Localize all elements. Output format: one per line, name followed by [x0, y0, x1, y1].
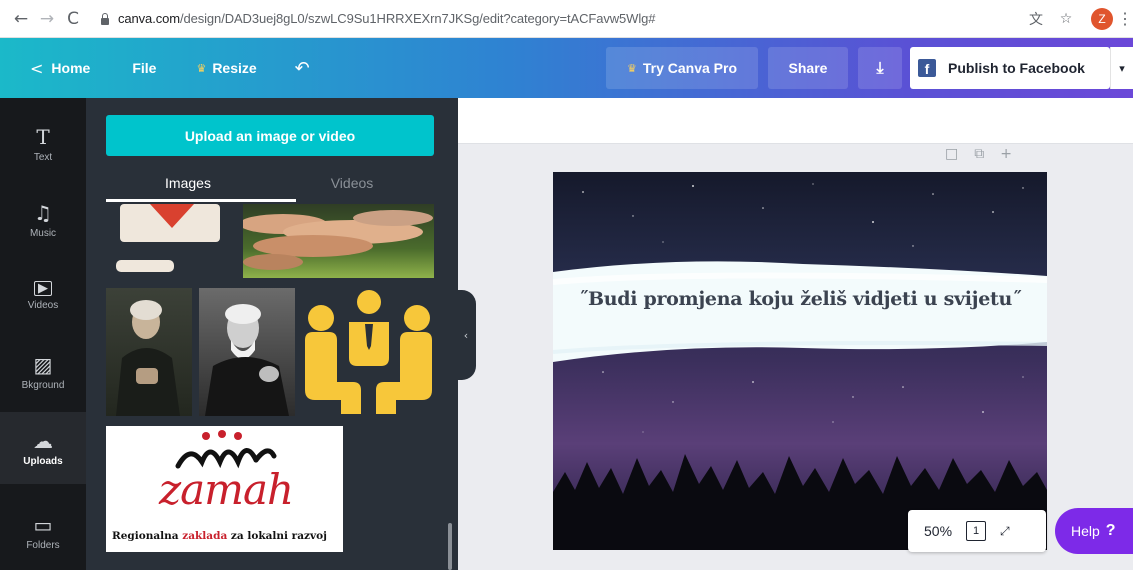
- lock-icon: [100, 12, 110, 25]
- help-label: Help: [1071, 523, 1100, 539]
- rail-label: Bkground: [21, 379, 65, 391]
- chevron-left-icon: <: [30, 58, 44, 78]
- address-bar[interactable]: canva.com/design/DAD3uej8gL0/szwLC9Su1HR…: [118, 11, 656, 26]
- share-button[interactable]: Share: [768, 47, 848, 89]
- zoom-level[interactable]: 50%: [924, 523, 952, 539]
- download-icon[interactable]: ⤓: [858, 47, 902, 89]
- zamah-tagline: Regionalna zaklada za lokalni razvoj: [112, 530, 342, 542]
- file-menu-button[interactable]: File: [132, 38, 156, 98]
- crown-icon: ♛: [196, 61, 207, 75]
- collapse-panel-handle[interactable]: ‹: [456, 290, 476, 380]
- tab-images[interactable]: Images: [106, 164, 270, 202]
- zamah-wordmark: zamah: [158, 465, 294, 514]
- page-count-badge[interactable]: 1: [966, 521, 987, 541]
- home-button[interactable]: < Home: [30, 38, 90, 98]
- rail-item-text[interactable]: T Text: [0, 108, 86, 180]
- side-nav: T Text ♫ Music ▶ Videos ▨ Bkground ☁ Upl…: [0, 98, 86, 570]
- duplicate-page-icon[interactable]: ⧉: [974, 146, 984, 166]
- rail-label: Uploads: [23, 455, 63, 467]
- rail-label: Music: [29, 227, 57, 239]
- reload-icon[interactable]: C: [60, 6, 86, 32]
- uploaded-image-zamah-logo[interactable]: zamah Regionalna zaklada za lokalni razv…: [106, 426, 343, 552]
- uploads-panel: Upload an image or video Images Videos z…: [86, 98, 458, 570]
- publish-label: Publish to Facebook: [948, 60, 1085, 76]
- quote-text[interactable]: ˝Budi promjena koju želiš vidjeti u svij…: [553, 288, 1047, 310]
- zamah-tagline-1: Regionalna: [112, 530, 179, 542]
- facebook-icon: f: [918, 59, 936, 77]
- resize-label: Resize: [212, 60, 257, 76]
- active-tab-indicator: [106, 199, 296, 202]
- url-host: canva.com: [118, 11, 180, 26]
- chevron-down-icon[interactable]: ▾: [1110, 47, 1133, 89]
- tab-videos[interactable]: Videos: [270, 164, 434, 202]
- design-page[interactable]: ˝Budi promjena koju želiš vidjeti u svij…: [553, 172, 1047, 550]
- profile-avatar[interactable]: Z: [1091, 8, 1113, 30]
- uploaded-image-hands[interactable]: [243, 204, 434, 278]
- help-button[interactable]: Help ?: [1055, 508, 1133, 554]
- video-icon: ▶: [34, 281, 52, 296]
- editor-header: < Home File ♛ Resize ↶ ♛ Try Canva Pro S…: [0, 38, 1133, 98]
- rail-item-videos[interactable]: ▶ Videos: [0, 260, 86, 332]
- uploaded-image-portrait-woman[interactable]: [106, 288, 192, 416]
- rail-item-background[interactable]: ▨ Bkground: [0, 336, 86, 408]
- folder-icon: ▭: [33, 512, 53, 537]
- rail-item-folders[interactable]: ▭ Folders: [0, 496, 86, 568]
- background-icon: ▨: [33, 352, 53, 377]
- rail-item-music[interactable]: ♫ Music: [0, 184, 86, 256]
- upload-media-button[interactable]: Upload an image or video: [106, 115, 434, 156]
- browser-toolbar: ← → C canva.com/design/DAD3uej8gL0/szwLC…: [0, 0, 1133, 38]
- url-path: /design/DAD3uej8gL0/szwLC9Su1HRRXEXrn7JK…: [179, 11, 656, 26]
- forward-arrow-icon[interactable]: →: [34, 6, 60, 32]
- rail-label: Folders: [26, 539, 60, 551]
- browser-actions: 文 ☆ Z ⋮: [1021, 0, 1133, 38]
- browser-menu-icon[interactable]: ⋮: [1117, 4, 1133, 34]
- page-tools: □ ⧉ +: [945, 146, 1012, 166]
- back-arrow-icon[interactable]: ←: [8, 6, 34, 32]
- bookmark-star-icon[interactable]: ☆: [1051, 4, 1081, 34]
- resize-button[interactable]: ♛ Resize: [196, 38, 256, 98]
- editor-toolbar: [458, 98, 1133, 144]
- zamah-tagline-3: za lokalni razvoj: [230, 530, 327, 542]
- uploaded-image-envelope[interactable]: [106, 204, 236, 280]
- uploaded-image-meeting-icon[interactable]: [301, 288, 436, 416]
- home-label: Home: [51, 60, 91, 76]
- rail-label: Videos: [27, 300, 59, 311]
- add-page-icon[interactable]: +: [1000, 146, 1012, 166]
- publish-to-facebook-button[interactable]: f Publish to Facebook: [910, 47, 1110, 89]
- text-icon: T: [36, 124, 50, 149]
- rail-item-uploads[interactable]: ☁ Uploads: [0, 412, 86, 484]
- undo-icon[interactable]: ↶: [295, 38, 310, 98]
- cloud-upload-icon: ☁: [33, 428, 53, 453]
- fullscreen-icon[interactable]: ⤢: [1000, 524, 1010, 539]
- crown-icon: ♛: [626, 61, 637, 75]
- music-icon: ♫: [34, 200, 52, 225]
- try-canva-pro-button[interactable]: ♛ Try Canva Pro: [606, 47, 758, 89]
- media-tabs: Images Videos: [106, 164, 434, 202]
- uploaded-image-portrait-man[interactable]: [199, 288, 295, 416]
- zoom-controls: 50% 1 ⤢: [908, 510, 1046, 552]
- panel-scrollbar[interactable]: [448, 523, 452, 570]
- try-pro-label: Try Canva Pro: [642, 60, 738, 76]
- night-sky-background: [553, 183, 1047, 550]
- help-question-icon: ?: [1105, 522, 1116, 539]
- translate-icon[interactable]: 文: [1021, 4, 1051, 34]
- page-notes-icon[interactable]: □: [945, 146, 958, 166]
- zamah-tagline-2: zaklada: [182, 530, 228, 542]
- rail-label: Text: [33, 151, 53, 163]
